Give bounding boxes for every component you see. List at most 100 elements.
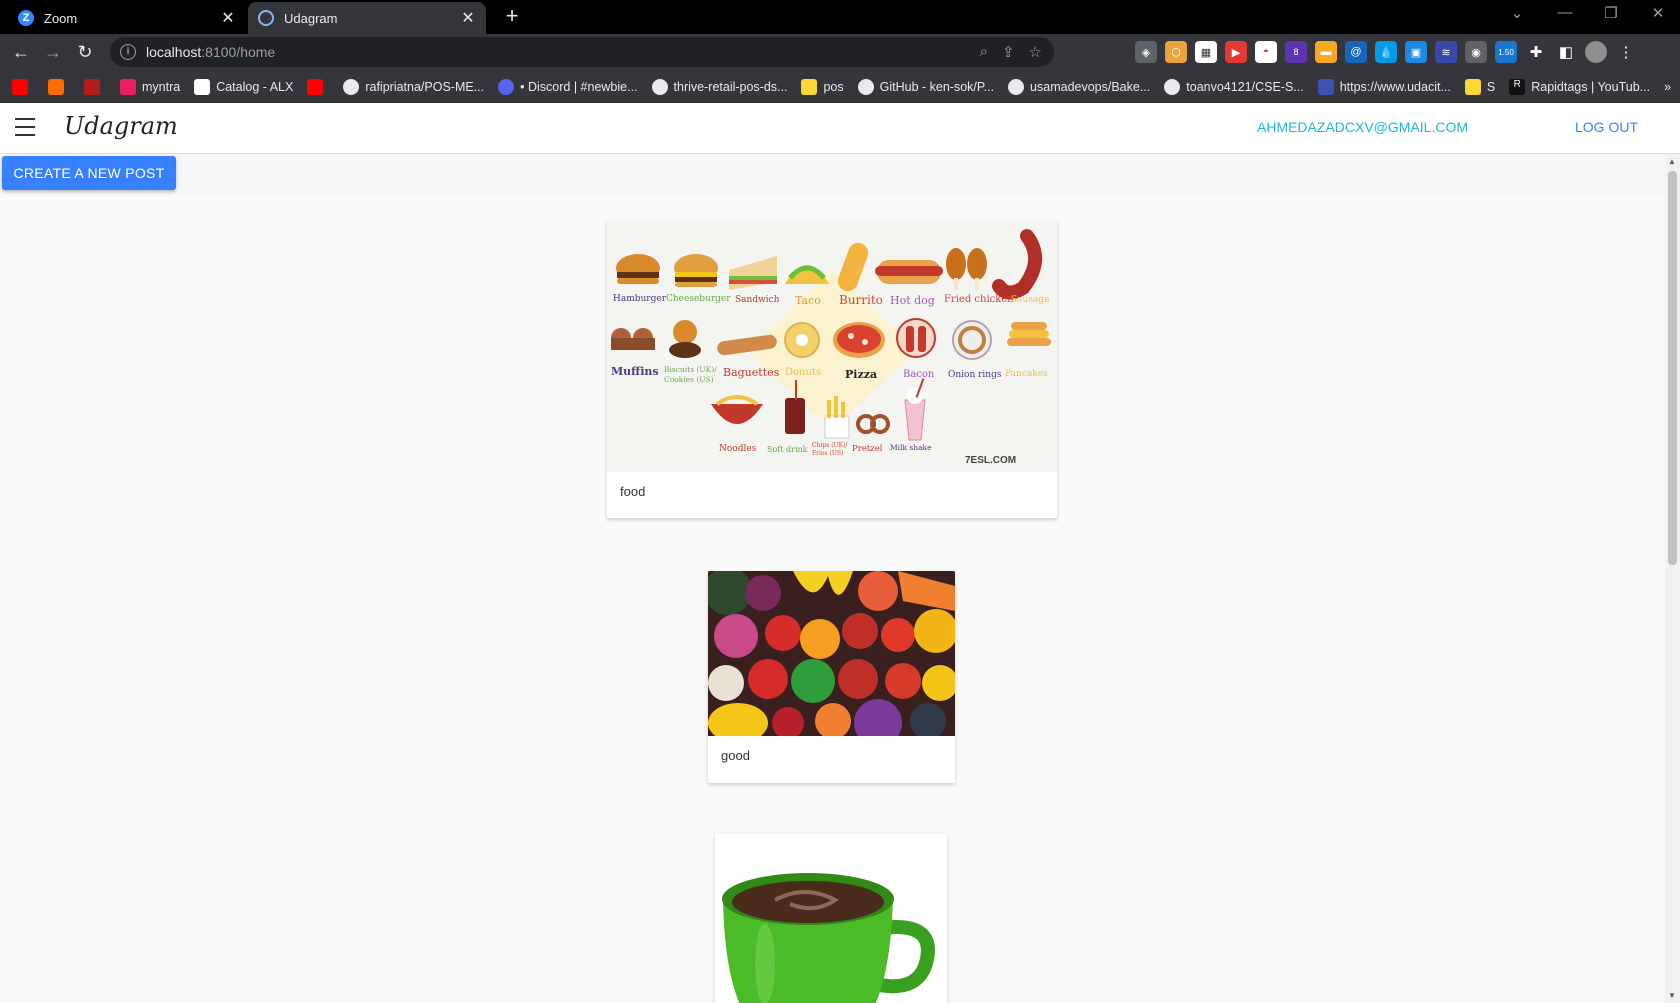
scrollbar-thumb[interactable] (1668, 171, 1677, 565)
tab-zoom[interactable]: Z Zoom ✕ (8, 2, 246, 34)
globe-icon (258, 10, 274, 26)
restore-icon[interactable]: ❐ (1596, 4, 1626, 22)
shield-extension-icon[interactable]: ◈ (1135, 41, 1157, 63)
github-icon (651, 78, 668, 95)
post-caption: good (721, 748, 750, 763)
at-extension-icon[interactable]: @ (1345, 41, 1367, 63)
address-bar[interactable]: i localhost:8100/home ⌕ ⇪ ☆ (110, 37, 1054, 67)
brand-title: Udagram (64, 112, 178, 140)
youtube-icon (12, 78, 28, 95)
browser-toolbar: ← → ↻ i localhost:8100/home ⌕ ⇪ ☆ ◈ ⬡ ▦ … (0, 34, 1680, 70)
label-hamburger: Hamburger (613, 294, 666, 304)
tab-label: Udagram (284, 10, 338, 26)
share-icon[interactable]: ⇪ (1002, 43, 1015, 61)
post-card: good (708, 571, 955, 783)
sidepanel-icon[interactable]: ◧ (1555, 41, 1577, 63)
pages-icon (84, 78, 100, 95)
close-icon[interactable]: ✕ (220, 8, 236, 28)
create-post-button[interactable]: CREATE A NEW POST (2, 156, 176, 190)
github-icon (857, 78, 874, 95)
new-tab-button[interactable]: + (500, 5, 524, 29)
forward-icon[interactable]: → (42, 41, 64, 63)
timer-extension-icon[interactable]: 1.50 (1495, 41, 1517, 63)
zoom-icon: Z (18, 10, 34, 26)
label-noodles: Noodles (719, 444, 757, 454)
bookmark-thrive[interactable]: thrive-retail-pos-ds... (651, 78, 787, 95)
grid-extension-icon[interactable]: ▦ (1195, 41, 1217, 63)
minimize-icon[interactable]: — (1550, 4, 1580, 21)
badge-extension-icon[interactable]: 8 (1285, 41, 1307, 63)
camera-extension-icon[interactable]: ◉ (1465, 41, 1487, 63)
user-email-link[interactable]: AHMEDAZADCXV@GMAIL.COM (1257, 119, 1468, 135)
bookmark-rapidtags[interactable]: R Rapidtags | YouTub... (1509, 78, 1650, 95)
label-sandwich: Sandwich (735, 295, 780, 305)
label-watermark: 7ESL.COM (965, 455, 1017, 466)
close-icon[interactable]: ✕ (460, 8, 476, 28)
folder-extension-icon[interactable]: ▬ (1315, 41, 1337, 63)
udagram-page: Udagram AHMEDAZADCXV@GMAIL.COM LOG OUT C… (0, 103, 1680, 1003)
bookmark-discord[interactable]: • Discord | #newbie... (498, 78, 638, 95)
bookmark-s[interactable]: S (1464, 78, 1495, 95)
bookmark-pos[interactable]: pos (801, 78, 844, 95)
github-icon (1164, 78, 1181, 95)
label-fries: Chips (UK)/ Fries (US) (812, 442, 848, 457)
bookmark-usamadevops[interactable]: usamadevops/Bake... (1008, 78, 1150, 95)
post-image-fast-food-chart: Hamburger Cheeseburger Sandwich Taco Bur… (607, 220, 1057, 472)
folder-icon (801, 78, 818, 95)
label-donuts: Donuts (785, 367, 822, 378)
label-milk-shake: Milk shake (890, 443, 932, 452)
screen-extension-icon[interactable]: ▣ (1405, 41, 1427, 63)
bookmark-orange[interactable] (48, 78, 70, 95)
tab-udagram[interactable]: Udagram ✕ (248, 2, 486, 34)
profile-avatar[interactable] (1585, 41, 1607, 63)
more-bookmarks-icon[interactable]: » (1664, 80, 1671, 94)
pokeball-extension-icon[interactable]: ◓ (1255, 41, 1277, 63)
post-caption: food (620, 484, 646, 499)
logout-button[interactable]: LOG OUT (1575, 119, 1638, 135)
reload-icon[interactable]: ↻ (74, 41, 96, 63)
video-extension-icon[interactable]: ▶ (1225, 41, 1247, 63)
wave-extension-icon[interactable]: ≋ (1435, 41, 1457, 63)
bookmark-toanvo[interactable]: toanvo4121/CSE-S... (1164, 78, 1304, 95)
label-muffins: Muffins (611, 365, 659, 378)
scroll-down-icon[interactable]: ▼ (1668, 991, 1676, 1000)
url-host: localhost (146, 44, 202, 60)
drop-extension-icon[interactable]: 💧 (1375, 41, 1397, 63)
scroll-up-icon[interactable]: ▲ (1668, 157, 1676, 166)
puzzle-icon[interactable]: ✚ (1525, 41, 1547, 63)
page-scrollbar[interactable]: ▲ ▼ (1665, 154, 1680, 1003)
post-image-coffee-cup (715, 834, 947, 1003)
honey-extension-icon[interactable]: ⬡ (1165, 41, 1187, 63)
bookmark-pages[interactable] (84, 78, 106, 95)
label-taco: Taco (795, 294, 821, 307)
bookmark-youtube-2[interactable] (307, 78, 329, 95)
label-pancakes: Pancakes (1005, 369, 1048, 379)
myntra-icon (120, 78, 136, 95)
label-pretzel: Pretzel (852, 444, 883, 454)
tab-label: Zoom (44, 10, 78, 26)
label-biscuits: Biscuits (UK)/ Cookies (US) (664, 365, 717, 384)
zoom-lens-icon[interactable]: ⌕ (980, 43, 988, 61)
bookmark-youtube[interactable] (12, 78, 34, 95)
bookmark-pos-me[interactable]: rafipriatna/POS-ME... (343, 78, 484, 95)
food-chart-labels: Hamburger Cheeseburger Sandwich Taco Bur… (607, 220, 1057, 472)
label-sausage: Sausage (1011, 295, 1050, 305)
post-card (715, 834, 947, 1003)
alx-icon (194, 78, 211, 95)
star-icon[interactable]: ☆ (1029, 43, 1042, 61)
label-bacon: Bacon (903, 369, 935, 380)
kebab-menu-icon[interactable]: ⋮ (1615, 41, 1637, 63)
window-close-icon[interactable]: ✕ (1643, 4, 1673, 22)
bookmark-udacity[interactable]: https://www.udacit... (1317, 78, 1451, 95)
tab-search-icon[interactable]: ⌄ (1502, 4, 1532, 22)
tab-strip: Z Zoom ✕ Udagram ✕ + ⌄ — ❐ ✕ (0, 0, 1680, 34)
back-icon[interactable]: ← (10, 41, 32, 63)
discord-icon (498, 78, 515, 95)
hamburger-menu-icon[interactable] (15, 118, 35, 136)
bookmark-github-ken[interactable]: GitHub - ken-sok/P... (857, 78, 994, 95)
label-burrito: Burrito (839, 293, 883, 307)
bookmark-myntra[interactable]: myntra (120, 78, 180, 95)
folder-icon (1464, 78, 1481, 95)
bookmark-catalog[interactable]: Catalog - ALX (194, 78, 293, 95)
site-info-icon[interactable]: i (120, 44, 136, 60)
